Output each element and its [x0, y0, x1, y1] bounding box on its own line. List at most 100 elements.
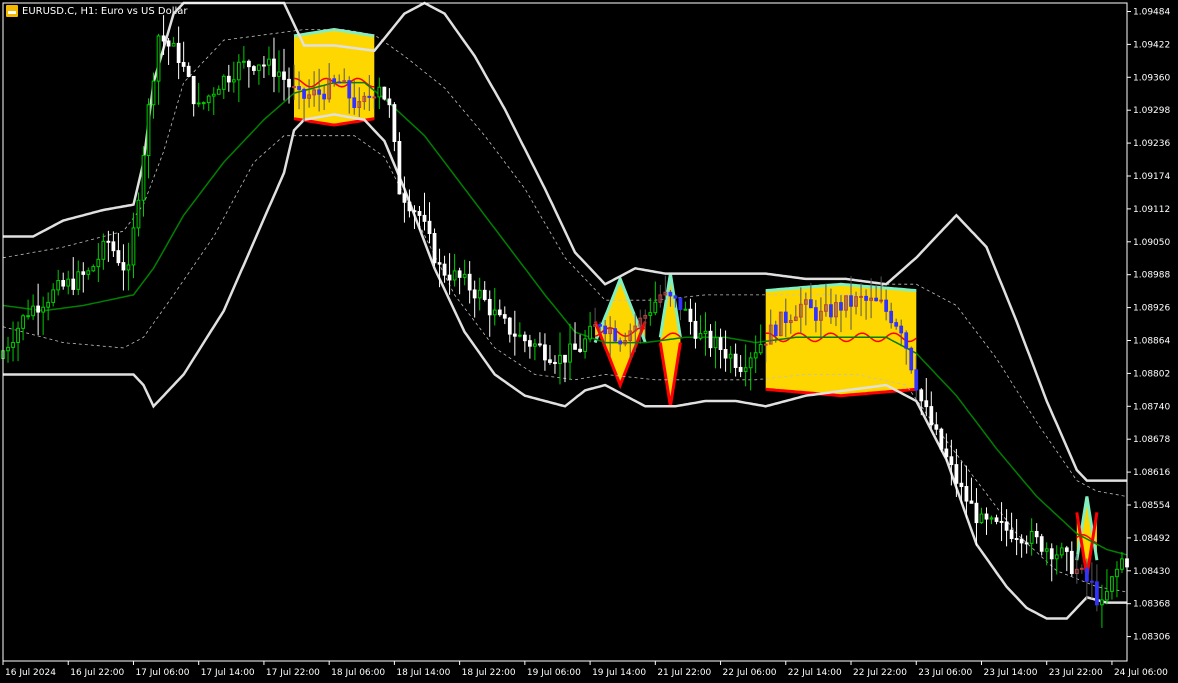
candle: [1069, 541, 1074, 577]
upper-band: [3, 1, 1127, 482]
candle-body: [648, 312, 653, 316]
candle-body: [603, 325, 608, 335]
y-tick-label: 1.08864: [1133, 336, 1170, 346]
candle: [748, 352, 753, 391]
candle: [11, 321, 15, 362]
candle: [106, 230, 111, 262]
y-tick-label: 1.09112: [1133, 205, 1170, 215]
candle-body: [894, 322, 899, 327]
candle-body: [367, 95, 372, 98]
candle-body: [267, 58, 271, 66]
candle: [1110, 576, 1114, 600]
candle-body: [111, 241, 116, 252]
candles-layer: [1, 15, 1129, 628]
candle-body: [578, 348, 582, 352]
y-tick-label: 1.08678: [1133, 435, 1170, 445]
candle-body: [829, 304, 833, 318]
candle: [16, 321, 20, 362]
inner-upper-band: [2, 29, 1128, 497]
candle-body: [713, 337, 718, 349]
candle: [753, 335, 758, 374]
x-tick-label: 18 Jul 14:00: [396, 668, 450, 678]
y-tick-label: 1.09484: [1133, 7, 1170, 17]
candle: [553, 355, 557, 374]
x-tick-label: 23 Jul 14:00: [983, 668, 1037, 678]
y-tick-label: 1.08430: [1133, 567, 1170, 577]
candle-body: [41, 306, 46, 313]
candle: [487, 290, 492, 337]
x-tick-label: 17 Jul 14:00: [201, 668, 255, 678]
candle: [111, 231, 116, 257]
candle-body: [166, 40, 171, 47]
candle-body: [226, 75, 231, 83]
candle: [191, 75, 196, 117]
x-tick-label: 18 Jul 22:00: [462, 668, 516, 678]
candle: [1039, 533, 1044, 556]
candle-body: [171, 42, 176, 47]
candle-body: [568, 343, 572, 363]
candle-body: [61, 280, 66, 287]
candle-body: [512, 333, 517, 337]
candle: [262, 56, 266, 79]
candle-body: [949, 456, 954, 466]
candle: [909, 346, 914, 374]
candle-body: [76, 271, 81, 290]
candle: [6, 336, 10, 363]
candle: [527, 334, 532, 359]
candle-body: [1095, 581, 1099, 606]
candle: [171, 37, 176, 47]
y-tick-label: 1.08740: [1133, 402, 1170, 412]
candle-body: [211, 93, 216, 97]
candle-body: [683, 308, 688, 311]
candle: [1115, 561, 1119, 598]
candle-body: [447, 274, 452, 281]
candle: [929, 391, 934, 429]
candle-body: [66, 278, 71, 287]
candle: [999, 502, 1004, 542]
candle: [507, 316, 512, 343]
candle: [31, 294, 35, 320]
candle: [578, 334, 582, 353]
candle-body: [934, 424, 939, 430]
candle-body: [708, 330, 713, 349]
candle-body: [472, 289, 477, 299]
candle-body: [783, 311, 788, 323]
candle: [267, 46, 271, 76]
candle-body: [146, 104, 151, 157]
candle-body: [106, 240, 111, 243]
candle: [477, 277, 482, 311]
candle: [512, 310, 517, 356]
candle: [76, 260, 81, 296]
candle: [517, 322, 522, 338]
candle: [432, 228, 437, 266]
candle: [392, 102, 397, 152]
candle: [121, 244, 126, 291]
candle-body: [136, 199, 141, 229]
candle-body: [347, 80, 352, 99]
candle: [683, 301, 688, 311]
candle: [482, 281, 487, 302]
candle: [1064, 545, 1069, 572]
candle-body: [1024, 542, 1029, 545]
candle-body: [11, 341, 15, 348]
candle: [246, 59, 251, 88]
candle-body: [492, 309, 497, 316]
candle: [588, 312, 592, 343]
candle: [934, 412, 939, 436]
candle-body: [929, 406, 934, 426]
candle-body: [688, 308, 693, 322]
candle-body: [257, 64, 261, 71]
price-chart[interactable]: 1.09484 1.09422 1.09360 1.09298 1.09236 1.091…: [0, 0, 1178, 683]
candle: [41, 296, 46, 335]
candle-body: [352, 97, 357, 108]
candle-body: [618, 340, 623, 345]
candle-body: [733, 353, 738, 368]
candle-body: [1089, 580, 1094, 583]
candle-body: [241, 60, 246, 63]
candle-body: [1039, 536, 1044, 552]
candle-body: [487, 298, 492, 316]
candle-body: [432, 233, 437, 264]
candle-body: [392, 104, 397, 142]
candle: [382, 86, 387, 101]
candle-body: [186, 65, 191, 77]
